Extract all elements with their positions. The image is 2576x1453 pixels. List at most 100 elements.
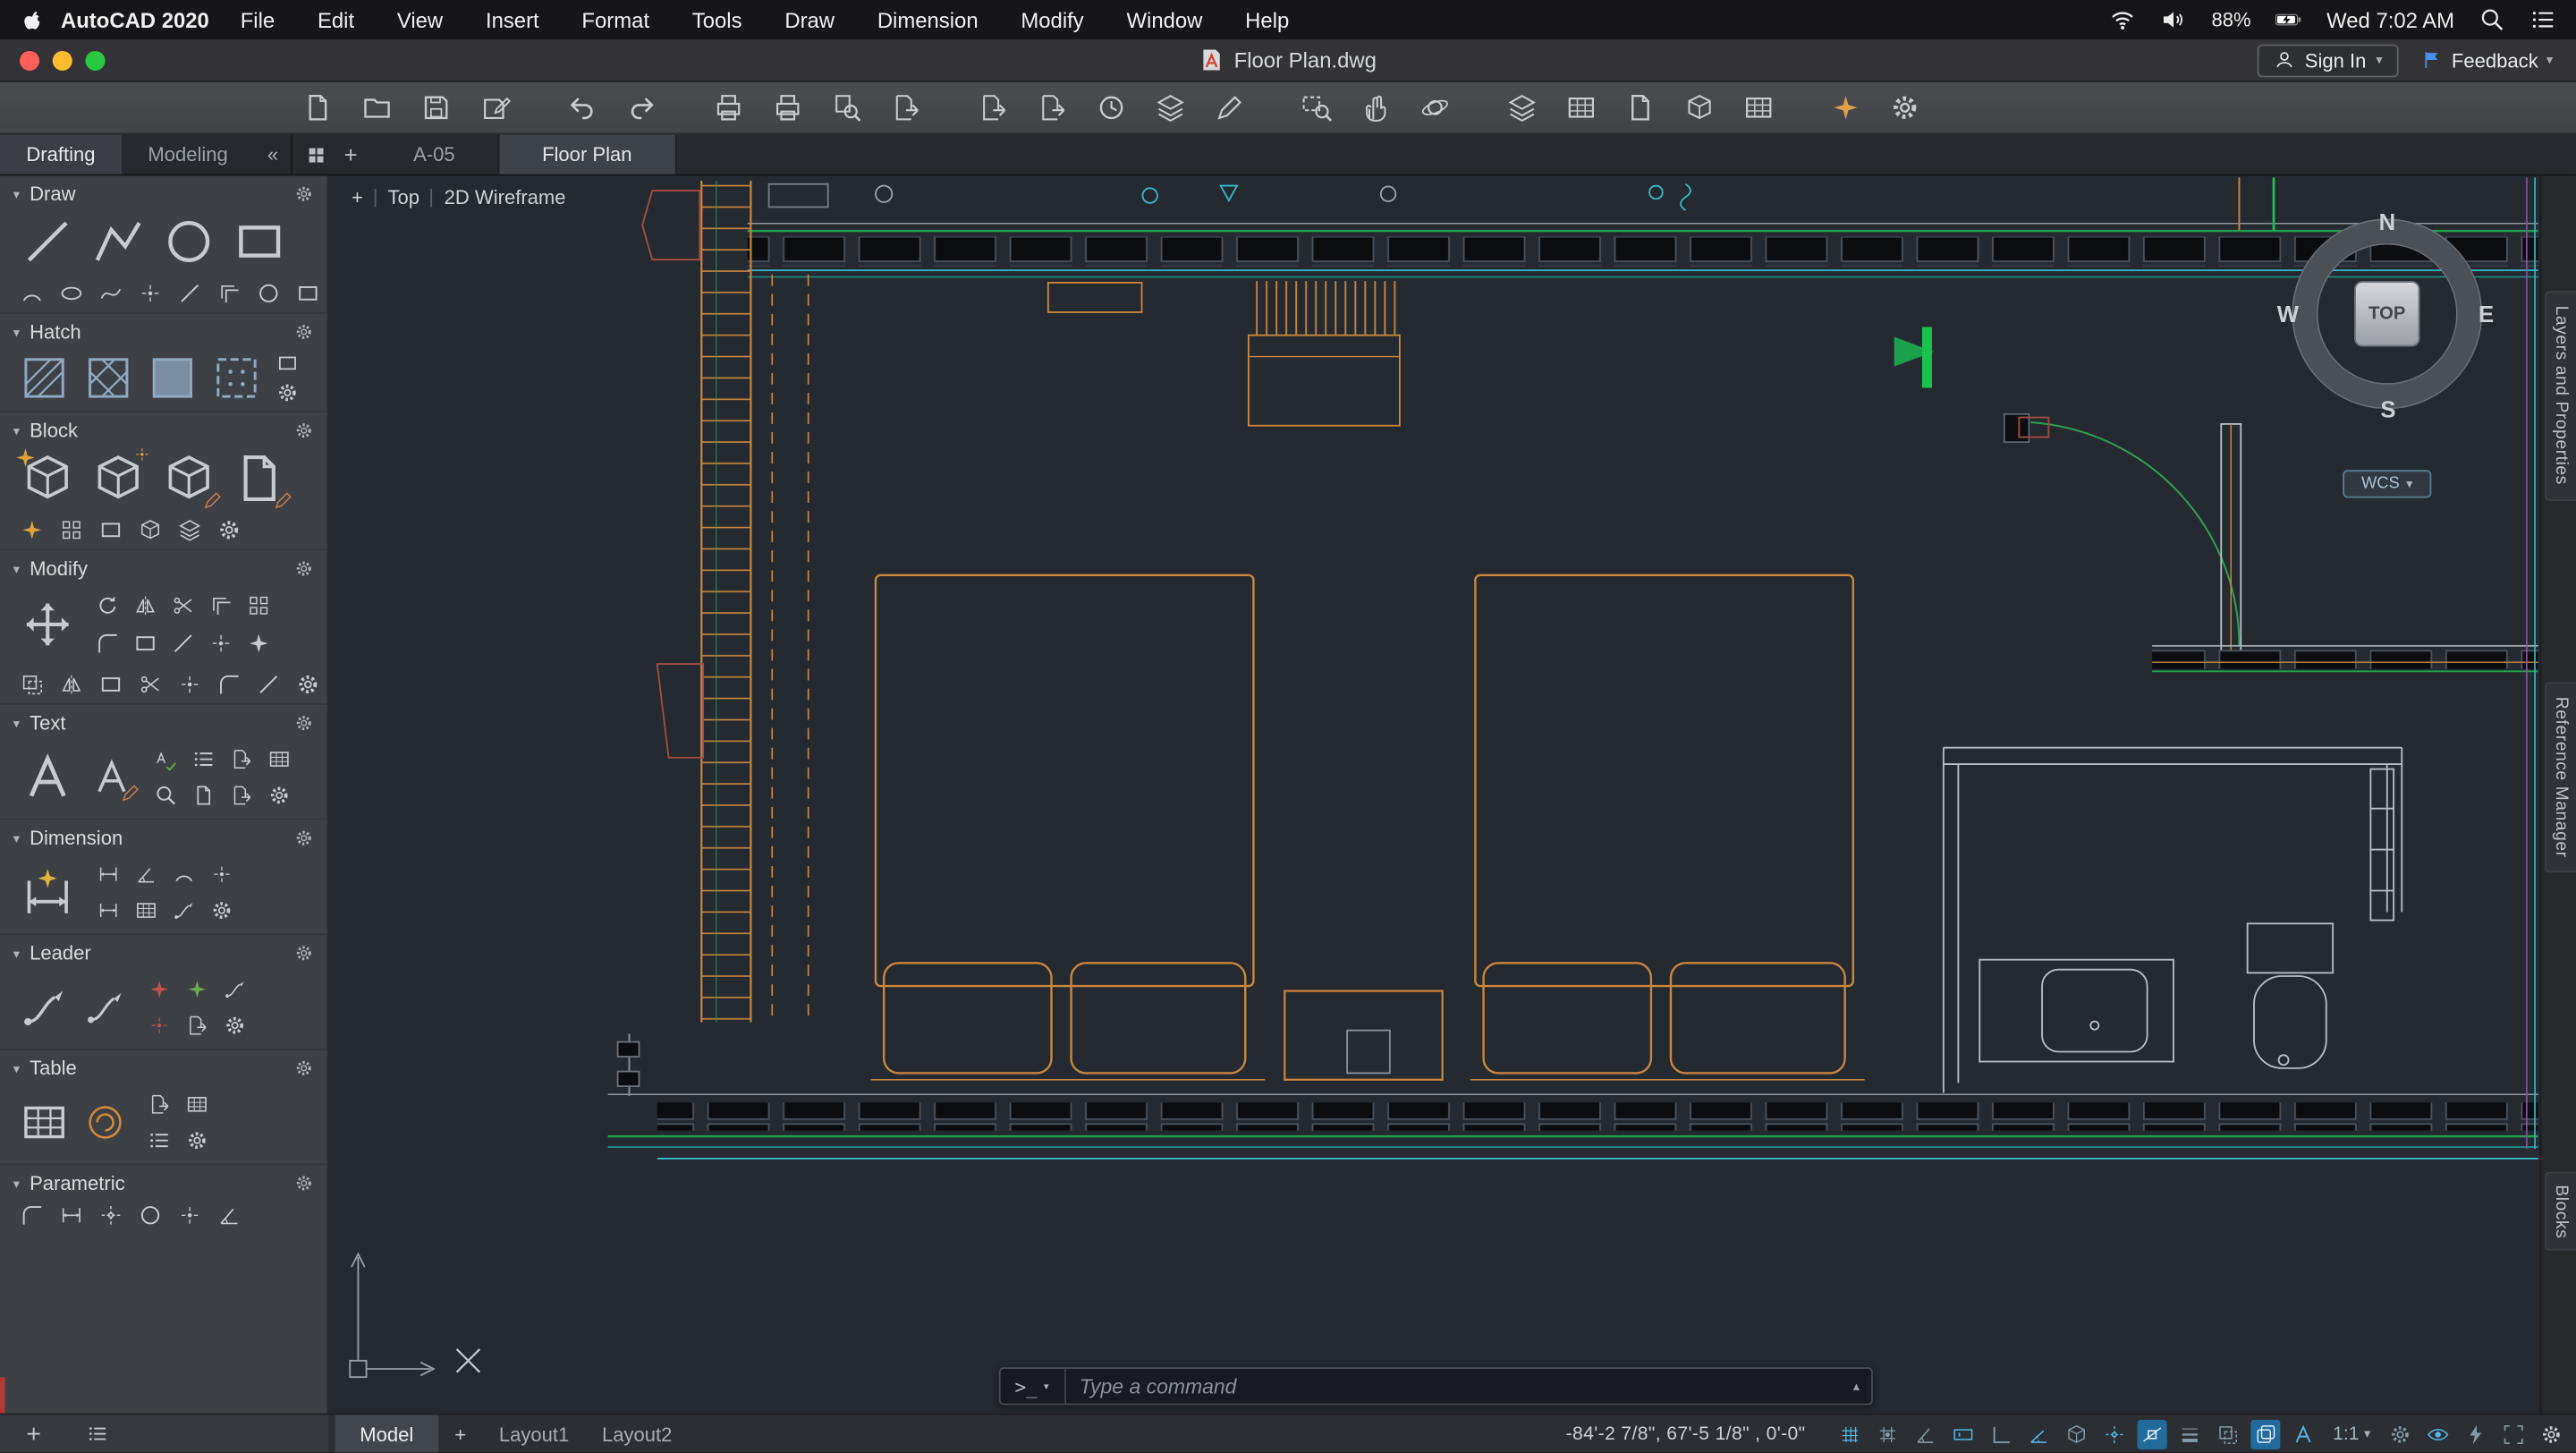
annotation-visibility-icon[interactable] [2289, 1419, 2318, 1449]
dimension-settings-icon[interactable] [209, 899, 233, 922]
workspace-tab-drafting[interactable]: Drafting [0, 134, 122, 174]
bed-2[interactable] [1470, 574, 1865, 1081]
transparency-icon[interactable] [2213, 1419, 2242, 1449]
wifi-icon[interactable] [2110, 6, 2136, 32]
layout2-tab[interactable]: Layout2 [586, 1423, 689, 1446]
object-snap-icon[interactable] [2137, 1419, 2167, 1449]
bed-1[interactable] [870, 574, 1266, 1081]
text-pdf-icon[interactable] [229, 784, 252, 807]
options-icon[interactable] [1885, 88, 1924, 127]
spell-check-icon[interactable] [154, 748, 177, 771]
viewcube-south[interactable]: S [2380, 396, 2395, 422]
menu-edit[interactable]: Edit [318, 7, 354, 32]
redo-icon[interactable] [621, 88, 660, 127]
section-gear-icon[interactable] [294, 713, 314, 733]
ellipse-tool-icon[interactable] [59, 281, 84, 306]
hatch-boundary-icon[interactable] [276, 352, 300, 375]
red-outline-shapes[interactable] [641, 190, 705, 759]
drawing-canvas[interactable]: + Top 2D Wireframe N W E S TOP WCS ▾ [328, 175, 2540, 1414]
remove-leader-icon[interactable] [185, 978, 208, 1001]
circle-tool-icon[interactable] [161, 214, 216, 269]
clean-screen-icon[interactable] [2499, 1419, 2529, 1449]
text-settings-icon[interactable] [267, 784, 290, 807]
table-settings-icon[interactable] [185, 1129, 208, 1152]
file-tab-floor-plan[interactable]: Floor Plan [499, 134, 677, 174]
menu-modify[interactable]: Modify [1021, 7, 1083, 32]
block-array-icon[interactable] [59, 518, 84, 543]
orbit-icon[interactable] [1414, 88, 1453, 127]
etransmit-icon[interactable] [1091, 88, 1131, 127]
plot-preview-icon[interactable] [826, 88, 866, 127]
fillet-tool-icon[interactable] [96, 631, 121, 656]
leader-export-icon[interactable] [185, 1014, 208, 1037]
external-references-icon[interactable] [1620, 88, 1659, 127]
section-header-table[interactable]: ▾ Table [0, 1053, 327, 1083]
collapse-palette-button[interactable]: « [254, 135, 292, 174]
volume-icon[interactable] [2161, 6, 2187, 32]
sheet-set-manager-icon[interactable] [1150, 88, 1190, 127]
xline-tool-icon[interactable] [177, 281, 202, 306]
section-header-parametric[interactable]: ▾ Parametric [0, 1168, 327, 1198]
move-tool-icon[interactable] [20, 597, 75, 652]
new-drawing-tab-button[interactable]: + [344, 141, 358, 167]
pan-icon[interactable] [1355, 88, 1394, 127]
viewcube-east[interactable]: E [2479, 301, 2494, 327]
dimensional-constraint-icon[interactable] [59, 1202, 84, 1228]
section-gear-icon[interactable] [294, 828, 314, 848]
batch-plot-icon[interactable] [767, 88, 807, 127]
table-cells-icon[interactable] [147, 1129, 170, 1152]
section-gear-icon[interactable] [294, 1173, 314, 1193]
hatch-settings-icon[interactable] [276, 381, 300, 404]
quick-properties-icon[interactable] [2461, 1419, 2490, 1449]
nightstand[interactable] [1284, 990, 1444, 1081]
dimension-style-icon[interactable] [134, 899, 157, 922]
sign-in-button[interactable]: Sign In ▾ [2257, 43, 2400, 77]
table-export-icon[interactable] [147, 1092, 170, 1116]
menu-dimension[interactable]: Dimension [877, 7, 979, 32]
ordinate-dimension-icon[interactable] [209, 862, 233, 886]
workspace-switching-icon[interactable] [2385, 1419, 2415, 1449]
isometric-drafting-icon[interactable] [2062, 1419, 2091, 1449]
baseline-dimension-icon[interactable] [96, 899, 119, 922]
command-history-expander[interactable]: ▴ [1853, 1379, 1871, 1394]
section-gear-icon[interactable] [294, 184, 314, 204]
create-block-icon[interactable] [90, 450, 146, 506]
panel-tab-layers-properties[interactable]: Layers and Properties [2545, 291, 2576, 502]
save-as-icon[interactable] [475, 88, 514, 127]
apple-menu-icon[interactable] [20, 7, 45, 32]
menu-extras-icon[interactable] [2530, 6, 2556, 32]
panel-tab-blocks[interactable]: Blocks [2545, 1171, 2576, 1251]
viewport-menu-button[interactable]: + [352, 186, 363, 209]
block-base-icon[interactable] [98, 518, 123, 543]
workspace-tab-modeling[interactable]: Modeling [122, 135, 254, 174]
model-tab[interactable]: Model [335, 1415, 438, 1453]
feedback-button[interactable]: Feedback ▾ [2422, 48, 2553, 72]
data-link-icon[interactable] [84, 1101, 127, 1144]
section-header-dimension[interactable]: ▾ Dimension [0, 823, 327, 853]
stretch-tool-icon[interactable] [171, 631, 196, 656]
layer-properties-icon[interactable] [1502, 88, 1541, 127]
tolerance-icon[interactable] [172, 899, 195, 922]
menu-draw[interactable]: Draw [784, 7, 835, 32]
line-tool-icon[interactable] [20, 214, 75, 269]
collect-leader-icon[interactable] [147, 1014, 170, 1037]
text-style-icon[interactable] [267, 748, 290, 771]
auto-constrain-icon[interactable] [98, 1202, 123, 1228]
edit-block-icon[interactable] [161, 450, 216, 506]
single-line-text-icon[interactable] [90, 756, 133, 799]
section-header-leader[interactable]: ▾ Leader [0, 939, 327, 968]
join-tool-icon[interactable] [98, 672, 123, 697]
menu-help[interactable]: Help [1245, 7, 1289, 32]
top-fixtures[interactable] [767, 183, 1691, 427]
menu-view[interactable]: View [397, 7, 443, 32]
geometric-constraint-icon[interactable] [20, 1202, 45, 1228]
section-header-block[interactable]: ▾ Block [0, 416, 327, 446]
viewcube-north[interactable]: N [2379, 208, 2396, 234]
table-style-icon[interactable] [185, 1092, 208, 1116]
leader-settings-icon[interactable] [223, 1014, 246, 1037]
block-sync-icon[interactable] [138, 518, 163, 543]
left-wall[interactable] [700, 181, 809, 1023]
viewcube[interactable]: N W E S TOP [2277, 208, 2494, 422]
point-tool-icon[interactable] [138, 281, 163, 306]
lengthen-tool-icon[interactable] [138, 672, 163, 697]
